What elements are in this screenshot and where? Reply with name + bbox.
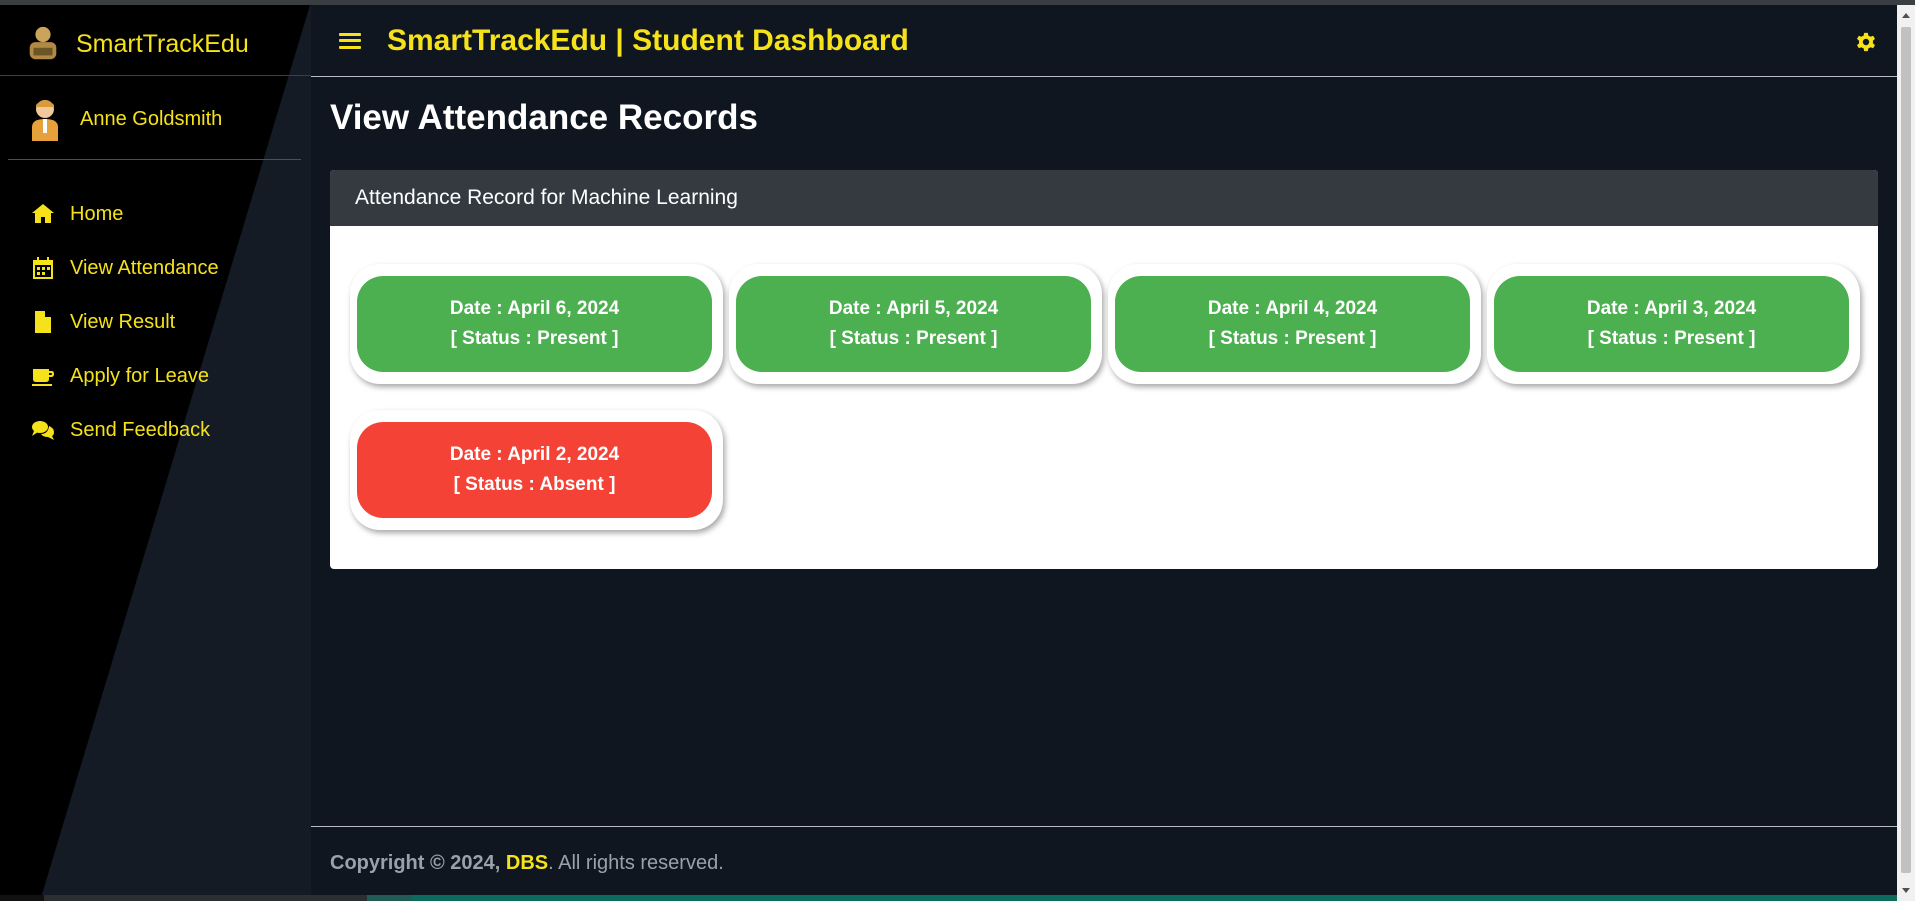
- sidebar-item-view-result[interactable]: View Result: [30, 295, 219, 349]
- attendance-card: Attendance Record for Machine Learning D…: [330, 170, 1878, 569]
- attendance-record: Date : April 4, 2024 [ Status : Present …: [1108, 264, 1481, 384]
- attendance-badge-present: Date : April 4, 2024 [ Status : Present …: [1115, 276, 1470, 372]
- sidebar-item-label: Apply for Leave: [70, 364, 209, 387]
- sidebar-item-home[interactable]: Home: [30, 187, 219, 241]
- sidebar-item-send-feedback[interactable]: Send Feedback: [30, 403, 219, 457]
- attendance-badge-absent: Date : April 2, 2024 [ Status : Absent ]: [357, 422, 712, 518]
- vertical-scrollbar[interactable]: [1897, 5, 1915, 901]
- user-name: Anne Goldsmith: [80, 107, 223, 130]
- sidebar: SmartTrackEdu Anne Goldsmith Home View A…: [0, 5, 311, 901]
- brand[interactable]: SmartTrackEdu: [24, 19, 249, 69]
- gear-icon[interactable]: [1855, 31, 1877, 53]
- scroll-thumb[interactable]: [1901, 27, 1911, 873]
- footer-divider: [311, 826, 1897, 827]
- sidebar-item-view-attendance[interactable]: View Attendance: [30, 241, 219, 295]
- record-date: Date : April 2, 2024: [449, 444, 620, 465]
- page-title: View Attendance Records: [330, 98, 758, 137]
- sidebar-item-apply-for-leave[interactable]: Apply for Leave: [30, 349, 219, 403]
- mug-icon: [30, 363, 56, 389]
- file-icon: [30, 309, 56, 335]
- avatar: [32, 100, 58, 141]
- student-logo-icon: [29, 26, 57, 60]
- record-status: [ Status : Present ]: [1587, 328, 1756, 349]
- record-status: [ Status : Present ]: [450, 328, 619, 349]
- calendar-icon: [30, 255, 56, 281]
- header-title: SmartTrackEdu | Student Dashboard: [387, 23, 909, 57]
- record-date: Date : April 5, 2024: [828, 298, 999, 319]
- footer-org-link[interactable]: DBS: [506, 852, 548, 874]
- footer: Copyright © 2024, DBS. All rights reserv…: [330, 852, 724, 875]
- record-status: [ Status : Present ]: [829, 328, 998, 349]
- scroll-up-icon[interactable]: [1902, 13, 1910, 18]
- comments-icon: [30, 417, 56, 443]
- card-title: Attendance Record for Machine Learning: [330, 170, 1878, 226]
- attendance-record: Date : April 2, 2024 [ Status : Absent ]: [350, 410, 723, 530]
- attendance-badge-present: Date : April 6, 2024 [ Status : Present …: [357, 276, 712, 372]
- home-icon: [30, 201, 56, 227]
- user-profile[interactable]: Anne Goldsmith: [28, 95, 222, 143]
- record-date: Date : April 6, 2024: [449, 298, 620, 319]
- record-date: Date : April 3, 2024: [1586, 298, 1757, 319]
- record-status: [ Status : Present ]: [1208, 328, 1377, 349]
- hamburger-icon[interactable]: [339, 31, 361, 51]
- divider: [8, 159, 301, 160]
- sidebar-item-label: View Result: [70, 310, 176, 333]
- sidebar-item-label: Home: [70, 202, 124, 225]
- footer-copyright: Copyright © 2024,: [330, 852, 501, 874]
- footer-rights: . All rights reserved.: [548, 852, 724, 874]
- attendance-badge-present: Date : April 3, 2024 [ Status : Present …: [1494, 276, 1849, 372]
- record-status: [ Status : Absent ]: [453, 474, 616, 495]
- attendance-record: Date : April 6, 2024 [ Status : Present …: [350, 264, 723, 384]
- scroll-down-icon[interactable]: [1902, 888, 1910, 893]
- sidebar-item-label: View Attendance: [70, 256, 219, 279]
- sidebar-item-label: Send Feedback: [70, 418, 211, 441]
- attendance-record: Date : April 3, 2024 [ Status : Present …: [1487, 264, 1860, 384]
- top-header: SmartTrackEdu | Student Dashboard: [311, 5, 1897, 77]
- attendance-record: Date : April 5, 2024 [ Status : Present …: [729, 264, 1102, 384]
- brand-name: SmartTrackEdu: [76, 29, 249, 58]
- bottom-status-strip: [0, 895, 1897, 901]
- sidebar-nav: Home View Attendance View Result Apply f…: [30, 187, 219, 457]
- attendance-badge-present: Date : April 5, 2024 [ Status : Present …: [736, 276, 1091, 372]
- record-date: Date : April 4, 2024: [1207, 298, 1378, 319]
- divider: [0, 75, 311, 76]
